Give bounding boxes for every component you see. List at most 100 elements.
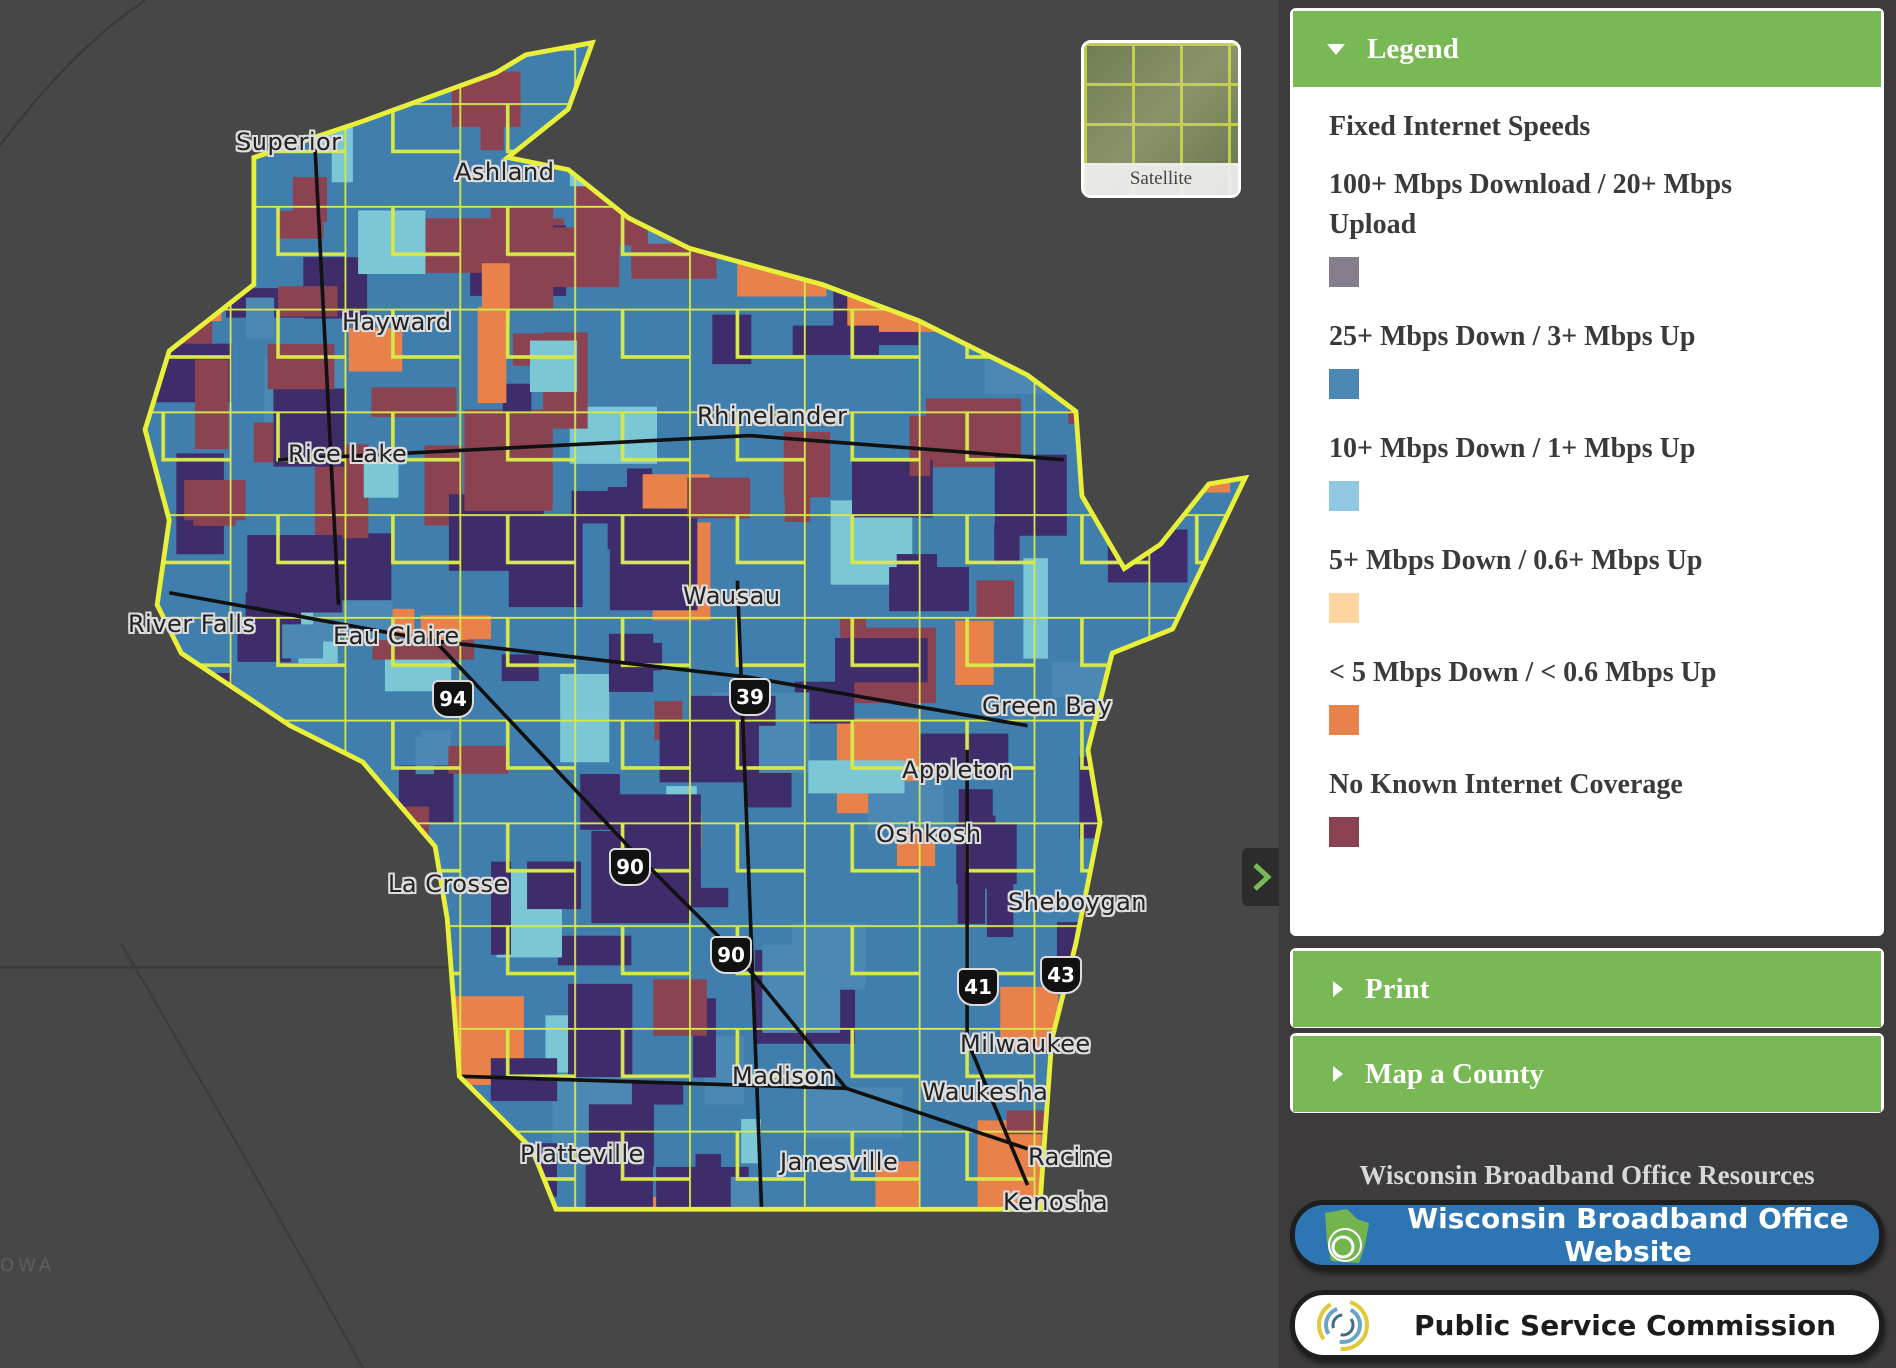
coverage-area xyxy=(876,68,936,156)
coverage-area xyxy=(145,840,170,928)
coverage-area xyxy=(658,98,701,158)
chevron-right-icon xyxy=(1253,863,1272,891)
legend-item: No Known Internet Coverage xyxy=(1329,765,1845,847)
legend-header[interactable]: Legend xyxy=(1293,11,1881,87)
coverage-area xyxy=(145,1033,227,1124)
legend-swatch xyxy=(1329,705,1359,735)
city-label: Green Bay xyxy=(982,692,1113,720)
coverage-area xyxy=(289,745,318,769)
coverage-area xyxy=(799,138,853,167)
legend-item-label: 100+ Mbps Download / 20+ Mbps Upload xyxy=(1329,169,1732,240)
legend-item-label: No Known Internet Coverage xyxy=(1329,769,1683,800)
legend-item-label: < 5 Mbps Down / < 0.6 Mbps Up xyxy=(1329,657,1717,688)
coverage-area xyxy=(1124,929,1221,986)
caret-right-icon xyxy=(1333,1066,1343,1082)
city-label: Platteville xyxy=(520,1140,644,1168)
coverage-area xyxy=(887,53,917,100)
coverage-area xyxy=(839,169,887,249)
highway-shield-icon: 90 xyxy=(710,936,752,974)
coverage-area xyxy=(224,904,257,935)
coverage-area xyxy=(1133,791,1234,867)
print-header[interactable]: Print xyxy=(1293,951,1881,1027)
legend-swatch xyxy=(1329,369,1359,399)
coverage-area xyxy=(183,274,215,308)
legend-swatch xyxy=(1329,817,1359,847)
city-label: Madison xyxy=(732,1062,836,1090)
legend-item-label: 10+ Mbps Down / 1+ Mbps Up xyxy=(1329,433,1696,464)
map-county-header-label: Map a County xyxy=(1365,1057,1544,1090)
coverage-area xyxy=(145,239,222,322)
coverage-area xyxy=(300,1144,402,1197)
coverage-area xyxy=(321,930,343,978)
coverage-area xyxy=(145,968,194,1046)
map-canvas[interactable]: Superior Ashland Hayward Rhinelander Rice La… xyxy=(0,0,1279,1368)
coverage-area xyxy=(600,142,703,200)
map-county-header[interactable]: Map a County xyxy=(1293,1036,1881,1112)
psc-button[interactable]: Public Service Commission xyxy=(1290,1290,1884,1360)
coverage-area xyxy=(282,1077,311,1146)
resources-title: Wisconsin Broadband Office Resources xyxy=(1359,1160,1815,1190)
city-label: Appleton xyxy=(902,756,1014,784)
coverage-area xyxy=(1173,1086,1227,1147)
city-label: Wausau xyxy=(683,582,781,610)
coverage-area xyxy=(317,970,415,1045)
neighbor-state-label: OWA xyxy=(0,1255,56,1276)
coverage-area xyxy=(851,223,918,284)
legend-item: < 5 Mbps Down / < 0.6 Mbps Up xyxy=(1329,653,1845,735)
legend-panel: Legend Fixed Internet Speeds 100+ Mbps D… xyxy=(1290,8,1884,936)
legend-title: Fixed Internet Speeds xyxy=(1329,111,1591,142)
coverage-area xyxy=(411,1169,430,1210)
coverage-area xyxy=(819,163,849,241)
coverage-area xyxy=(279,1188,305,1210)
coverage-area xyxy=(288,874,367,949)
coverage-area xyxy=(370,1020,404,1042)
coverage-area xyxy=(1142,1185,1172,1210)
coverage-area xyxy=(600,138,695,187)
legend-swatch xyxy=(1329,257,1359,287)
basemap-toggle-satellite[interactable]: Satellite xyxy=(1081,40,1241,198)
highway-shield-icon: 43 xyxy=(1040,956,1082,994)
coverage-area xyxy=(275,67,313,110)
coverage-area xyxy=(189,783,239,827)
coverage-area xyxy=(873,194,964,256)
city-label: Rhinelander xyxy=(697,402,848,430)
coverage-area xyxy=(266,1094,305,1154)
coverage-area xyxy=(306,1204,363,1210)
city-label: Sheboygan xyxy=(1008,888,1147,916)
coverage-area xyxy=(1128,319,1222,378)
coverage-area xyxy=(848,42,885,111)
city-label: Hayward xyxy=(342,308,452,336)
wbo-website-button[interactable]: Wisconsin Broadband Office Website xyxy=(1290,1200,1884,1270)
coverage-area xyxy=(610,143,634,197)
basemap-label: Satellite xyxy=(1084,163,1238,195)
print-header-label: Print xyxy=(1365,972,1430,1005)
coverage-area xyxy=(915,165,1000,250)
city-label: Janesville xyxy=(780,1148,899,1176)
coverage-area xyxy=(1188,583,1209,675)
legend-item: 25+ Mbps Down / 3+ Mbps Up xyxy=(1329,317,1845,399)
coverage-area xyxy=(610,1209,641,1286)
coverage-area xyxy=(789,138,838,170)
legend-item: 10+ Mbps Down / 1+ Mbps Up xyxy=(1329,429,1845,511)
caret-right-icon xyxy=(1333,981,1343,997)
coverage-area xyxy=(183,967,226,1042)
coverage-area xyxy=(1106,662,1161,691)
coverage-area xyxy=(1130,817,1156,836)
coverage-area xyxy=(1154,932,1181,978)
coverage-area xyxy=(680,78,732,113)
print-panel: Print xyxy=(1290,948,1884,1028)
panel-toggle-button[interactable] xyxy=(1242,848,1279,906)
legend-swatch xyxy=(1329,593,1359,623)
legend-item: 5+ Mbps Down / 0.6+ Mbps Up xyxy=(1329,541,1845,623)
coverage-area xyxy=(145,58,163,102)
city-label: Ashland xyxy=(455,158,555,186)
psc-swirl-logo-icon xyxy=(1317,1299,1369,1351)
coverage-area xyxy=(998,142,1019,245)
coverage-area xyxy=(145,1024,157,1058)
highway-shield-icon: 39 xyxy=(729,678,771,716)
highway-shield-icon: 90 xyxy=(609,848,651,886)
coverage-area xyxy=(1138,1044,1232,1131)
coverage-area xyxy=(940,206,980,268)
coverage-area xyxy=(145,979,220,1001)
city-label: Superior xyxy=(236,128,342,156)
